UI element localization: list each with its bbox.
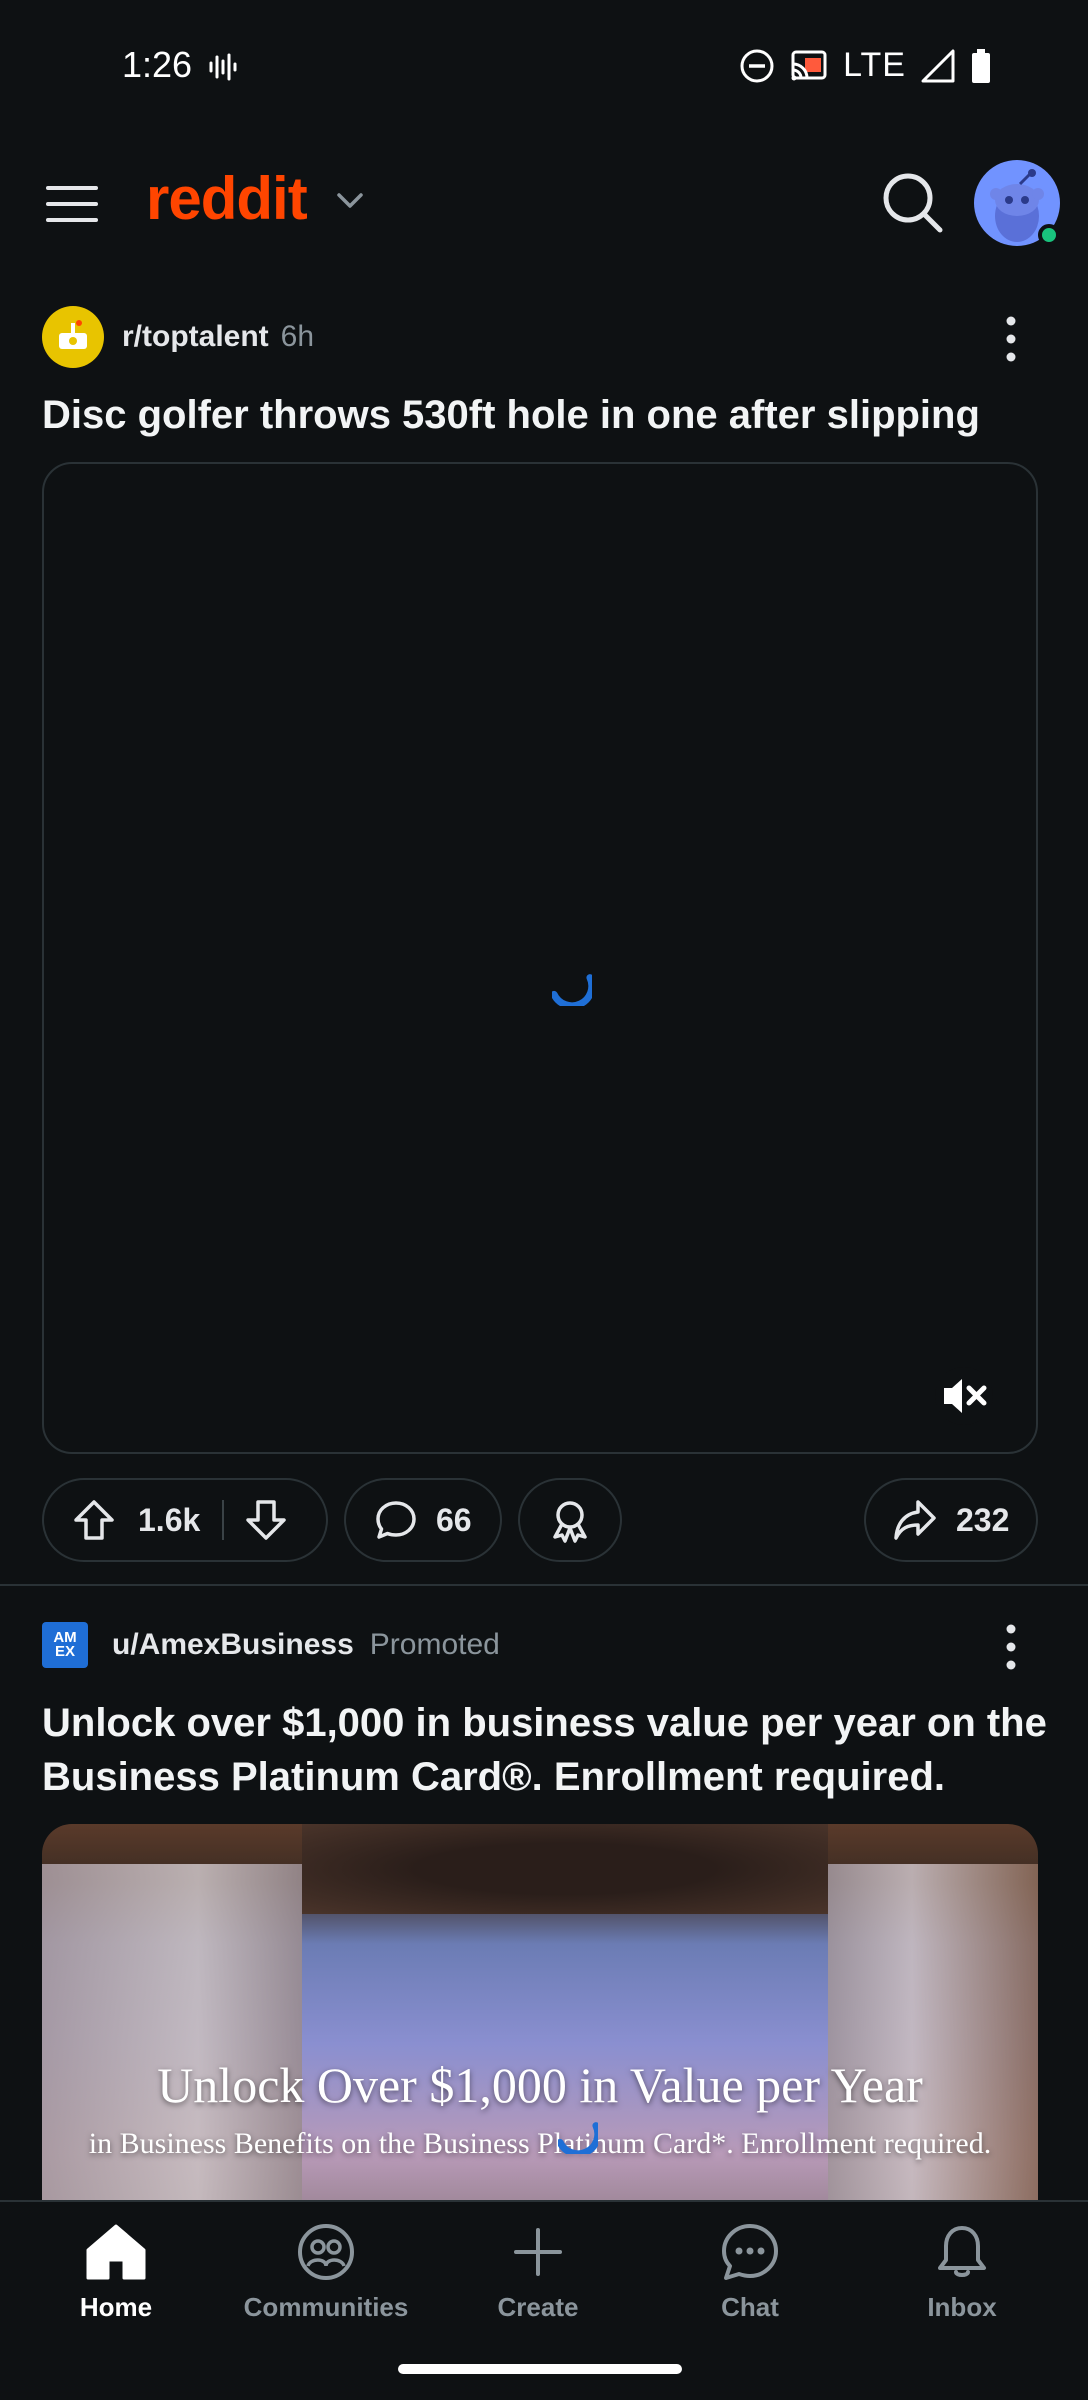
downvote-icon[interactable] (244, 1498, 288, 1542)
post-header: r/toptalent 6h (42, 306, 314, 368)
nav-label: Inbox (927, 2292, 997, 2322)
battery-icon (972, 48, 990, 83)
online-status-dot (1038, 224, 1060, 246)
hamburger-menu-icon[interactable] (46, 184, 98, 224)
communities-icon (298, 2224, 354, 2280)
video-player[interactable] (42, 462, 1038, 1454)
award-button[interactable] (518, 1478, 622, 1562)
author-name[interactable]: u/AmexBusiness (112, 1628, 354, 1662)
status-icons: LTE (739, 46, 992, 85)
vote-count: 1.6k (138, 1501, 201, 1538)
award-icon (553, 1501, 587, 1543)
share-button[interactable]: 232 (864, 1478, 1038, 1562)
network-type: LTE (843, 46, 906, 84)
promoted-post-header: AM EX u/AmexBusiness Promoted (42, 1622, 500, 1668)
amex-logo[interactable]: AM EX (42, 1622, 88, 1668)
trophy-icon (59, 320, 87, 349)
post-age: 6h (280, 320, 315, 353)
app-header: reddit (0, 140, 1088, 270)
subreddit-name[interactable]: r/toptalent (122, 320, 269, 354)
ad-subline: in Business Benefits on the Business Pla… (88, 2127, 992, 2160)
post-divider (0, 1584, 1088, 1586)
sound-wave-icon (209, 53, 237, 81)
nav-create[interactable]: Create (438, 2222, 638, 2323)
ad-ceiling (302, 1824, 828, 1914)
status-time: 1:26 (122, 44, 193, 85)
home-icon (86, 2224, 146, 2280)
plus-icon (514, 2228, 562, 2276)
cast-icon (791, 50, 827, 80)
loading-spinner-icon (552, 974, 592, 1006)
bell-icon (938, 2226, 986, 2277)
nav-label: Home (79, 2292, 153, 2322)
share-icon (894, 1500, 936, 1540)
subreddit-icon[interactable] (42, 306, 104, 368)
reddit-logo[interactable]: reddit (146, 164, 308, 233)
nav-label: Create (497, 2292, 579, 2322)
chat-icon (722, 2224, 778, 2280)
nav-communities[interactable]: Communities (226, 2222, 426, 2323)
more-options-icon[interactable] (1000, 1624, 1022, 1670)
comment-count: 66 (436, 1501, 472, 1538)
promoted-post-title[interactable]: Unlock over $1,000 in business value per… (42, 1696, 1052, 1804)
do-not-disturb-icon (740, 49, 774, 82)
ad-headline: Unlock Over $1,000 in Value per Year (157, 2057, 923, 2113)
status-bar: 1:26 LTE (0, 0, 1088, 130)
share-count: 232 (956, 1501, 1010, 1538)
comment-icon (376, 1501, 416, 1539)
nav-label: Communities (243, 2292, 409, 2322)
gesture-home-bar[interactable] (398, 2364, 682, 2374)
post-action-bar: 1.6k 66 232 (42, 1478, 1038, 1562)
post-title[interactable]: Disc golfer throws 530ft hole in one aft… (42, 388, 1052, 442)
loading-spinner-icon (558, 2122, 598, 2154)
ad-image[interactable]: Unlock Over $1,000 in Value per Year in … (42, 1824, 1038, 2204)
comments-button[interactable]: 66 (344, 1478, 502, 1562)
mute-icon[interactable] (934, 1366, 994, 1426)
nav-home[interactable]: Home (16, 2222, 216, 2323)
upvote-icon[interactable] (72, 1498, 116, 1542)
promoted-label: Promoted (369, 1628, 500, 1661)
nav-chat[interactable]: Chat (650, 2222, 850, 2323)
chevron-down-icon[interactable] (336, 192, 364, 210)
nav-label: Chat (721, 2292, 779, 2322)
vote-control: 1.6k (42, 1478, 328, 1562)
vote-divider (222, 1500, 225, 1540)
search-icon[interactable] (880, 170, 944, 234)
more-options-icon[interactable] (1000, 316, 1022, 362)
signal-icon (921, 49, 955, 82)
nav-inbox[interactable]: Inbox (862, 2222, 1062, 2323)
